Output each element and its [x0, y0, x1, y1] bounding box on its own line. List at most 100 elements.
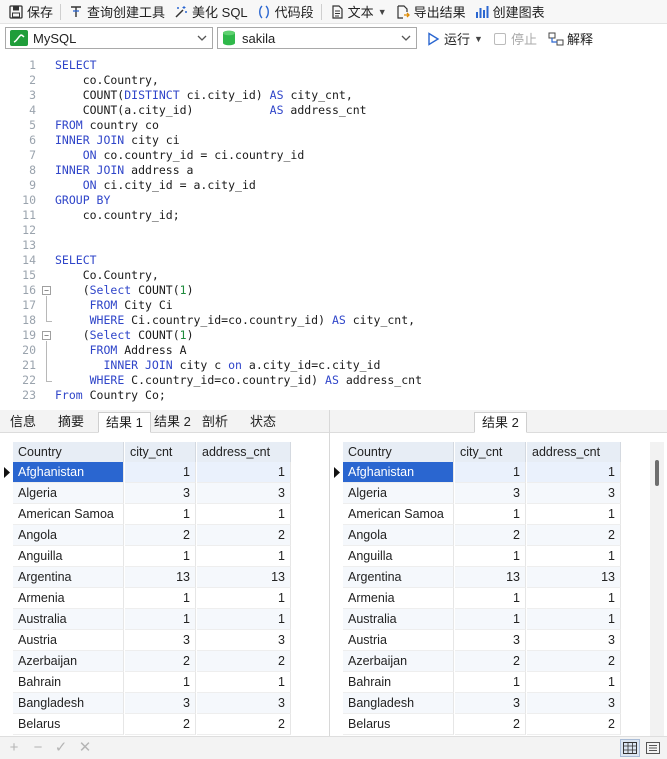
code-line[interactable]: 12	[0, 223, 667, 238]
table-cell[interactable]: 3	[125, 483, 196, 504]
table-cell[interactable]: 1	[197, 672, 291, 693]
table-cell[interactable]: Bangladesh	[343, 693, 454, 714]
fold-toggle-icon[interactable]: −	[42, 286, 51, 295]
code-line[interactable]: 6 INNER JOIN city ci	[0, 133, 667, 148]
run-button[interactable]: 运行 ▼	[426, 29, 483, 48]
table-cell[interactable]: American Samoa	[13, 504, 124, 525]
table-row[interactable]: Anguilla 1 1	[0, 546, 292, 567]
table-cell[interactable]: 1	[527, 609, 621, 630]
table-cell[interactable]: Argentina	[13, 567, 124, 588]
table-cell[interactable]: Argentina	[343, 567, 454, 588]
table-cell[interactable]: 2	[455, 525, 526, 546]
table-cell[interactable]: Anguilla	[13, 546, 124, 567]
table-cell[interactable]: Bahrain	[13, 672, 124, 693]
table-row[interactable]: Anguilla 1 1	[330, 546, 622, 567]
table-cell[interactable]: Bangladesh	[13, 693, 124, 714]
table-cell[interactable]: 1	[455, 462, 526, 483]
table-cell[interactable]: 1	[455, 672, 526, 693]
table-cell[interactable]: 1	[197, 546, 291, 567]
table-cell[interactable]: Azerbaijan	[343, 651, 454, 672]
table-cell[interactable]: 13	[125, 567, 196, 588]
table-cell[interactable]: 1	[125, 588, 196, 609]
table-cell[interactable]: 13	[197, 567, 291, 588]
table-cell[interactable]: 1	[455, 588, 526, 609]
table-row[interactable]: American Samoa 1 1	[330, 504, 622, 525]
table-cell[interactable]: Anguilla	[343, 546, 454, 567]
table-cell[interactable]: Austria	[343, 630, 454, 651]
table-row[interactable]: Azerbaijan 2 2	[0, 651, 292, 672]
table-cell[interactable]: Algeria	[343, 483, 454, 504]
table-cell[interactable]: 1	[527, 504, 621, 525]
code-line[interactable]: 5 FROM country co	[0, 118, 667, 133]
table-row[interactable]: Bahrain 1 1	[0, 672, 292, 693]
table-row[interactable]: Australia 1 1	[330, 609, 622, 630]
vertical-scrollbar[interactable]	[650, 442, 664, 736]
table-cell[interactable]: 2	[455, 651, 526, 672]
table-cell[interactable]: 2	[527, 525, 621, 546]
table-cell[interactable]: 1	[125, 462, 196, 483]
table-cell[interactable]: 1	[125, 546, 196, 567]
table-cell[interactable]: 2	[455, 714, 526, 735]
table-cell[interactable]: 13	[455, 567, 526, 588]
code-line[interactable]: 15 Co.Country,	[0, 268, 667, 283]
table-row[interactable]: Angola 2 2	[330, 525, 622, 546]
table-row[interactable]: Argentina 13 13	[0, 567, 292, 588]
table-cell[interactable]: 1	[125, 609, 196, 630]
stop-button[interactable]: 停止	[494, 29, 537, 48]
table-row[interactable]: Belarus 2 2	[0, 714, 292, 735]
database-select[interactable]: sakila	[217, 27, 417, 49]
column-header[interactable]: city_cnt	[125, 442, 196, 462]
table-cell[interactable]: 3	[455, 693, 526, 714]
form-view-button[interactable]	[643, 739, 663, 757]
tab-result-1[interactable]: 结果 1	[98, 412, 151, 433]
tab-result-2[interactable]: 结果 2	[147, 412, 198, 433]
column-header[interactable]: city_cnt	[455, 442, 526, 462]
beautify-sql-button[interactable]: 美化 SQL	[169, 1, 252, 23]
table-row[interactable]: Armenia 1 1	[0, 588, 292, 609]
code-line[interactable]: 11 co.country_id;	[0, 208, 667, 223]
table-cell[interactable]: 1	[455, 546, 526, 567]
column-header[interactable]: address_cnt	[527, 442, 621, 462]
sql-editor[interactable]: 1 SELECT 2 co.Country, 3 COUNT(DISTINCT ci.…	[0, 56, 667, 408]
table-cell[interactable]: Belarus	[343, 714, 454, 735]
table-cell[interactable]: 3	[125, 693, 196, 714]
table-cell[interactable]: 1	[197, 588, 291, 609]
table-cell[interactable]: 2	[125, 651, 196, 672]
table-row[interactable]: Belarus 2 2	[330, 714, 622, 735]
table-cell[interactable]: Belarus	[13, 714, 124, 735]
table-cell[interactable]: 3	[125, 630, 196, 651]
table-cell[interactable]: 3	[197, 483, 291, 504]
table-row[interactable]: Azerbaijan 2 2	[330, 651, 622, 672]
table-row[interactable]: Austria 3 3	[330, 630, 622, 651]
table-cell[interactable]: 1	[527, 462, 621, 483]
column-header[interactable]: address_cnt	[197, 442, 291, 462]
apply-changes-icon[interactable]: ✓	[53, 740, 69, 756]
table-cell[interactable]: Azerbaijan	[13, 651, 124, 672]
table-cell[interactable]: 2	[125, 714, 196, 735]
table-row[interactable]: Bahrain 1 1	[330, 672, 622, 693]
code-line[interactable]: 8 INNER JOIN address a	[0, 163, 667, 178]
code-line[interactable]: 21 INNER JOIN city c on a.city_id=c.city…	[0, 358, 667, 373]
table-cell[interactable]: Australia	[343, 609, 454, 630]
text-mode-button[interactable]: 文本 ▼	[325, 1, 391, 23]
tab-profile[interactable]: 剖析	[195, 412, 235, 433]
table-cell[interactable]: 1	[197, 462, 291, 483]
table-cell[interactable]: Afghanistan	[13, 462, 124, 483]
table-cell[interactable]: Algeria	[13, 483, 124, 504]
table-row[interactable]: American Samoa 1 1	[0, 504, 292, 525]
table-cell[interactable]: Austria	[13, 630, 124, 651]
explain-button[interactable]: 解释	[548, 29, 593, 48]
table-cell[interactable]: American Samoa	[343, 504, 454, 525]
code-line[interactable]: 4 COUNT(a.city_id) AS address_cnt	[0, 103, 667, 118]
table-row[interactable]: Australia 1 1	[0, 609, 292, 630]
table-row[interactable]: Angola 2 2	[0, 525, 292, 546]
query-builder-button[interactable]: 查询创建工具	[64, 1, 169, 23]
code-line[interactable]: 1 SELECT	[0, 58, 667, 73]
code-line[interactable]: 10 GROUP BY	[0, 193, 667, 208]
grid-view-button[interactable]	[620, 739, 640, 757]
table-cell[interactable]: 3	[527, 693, 621, 714]
fold-toggle-icon[interactable]: −	[42, 331, 51, 340]
table-cell[interactable]: 2	[197, 651, 291, 672]
table-cell[interactable]: 13	[527, 567, 621, 588]
tab-result-2[interactable]: 结果 2	[474, 412, 527, 433]
